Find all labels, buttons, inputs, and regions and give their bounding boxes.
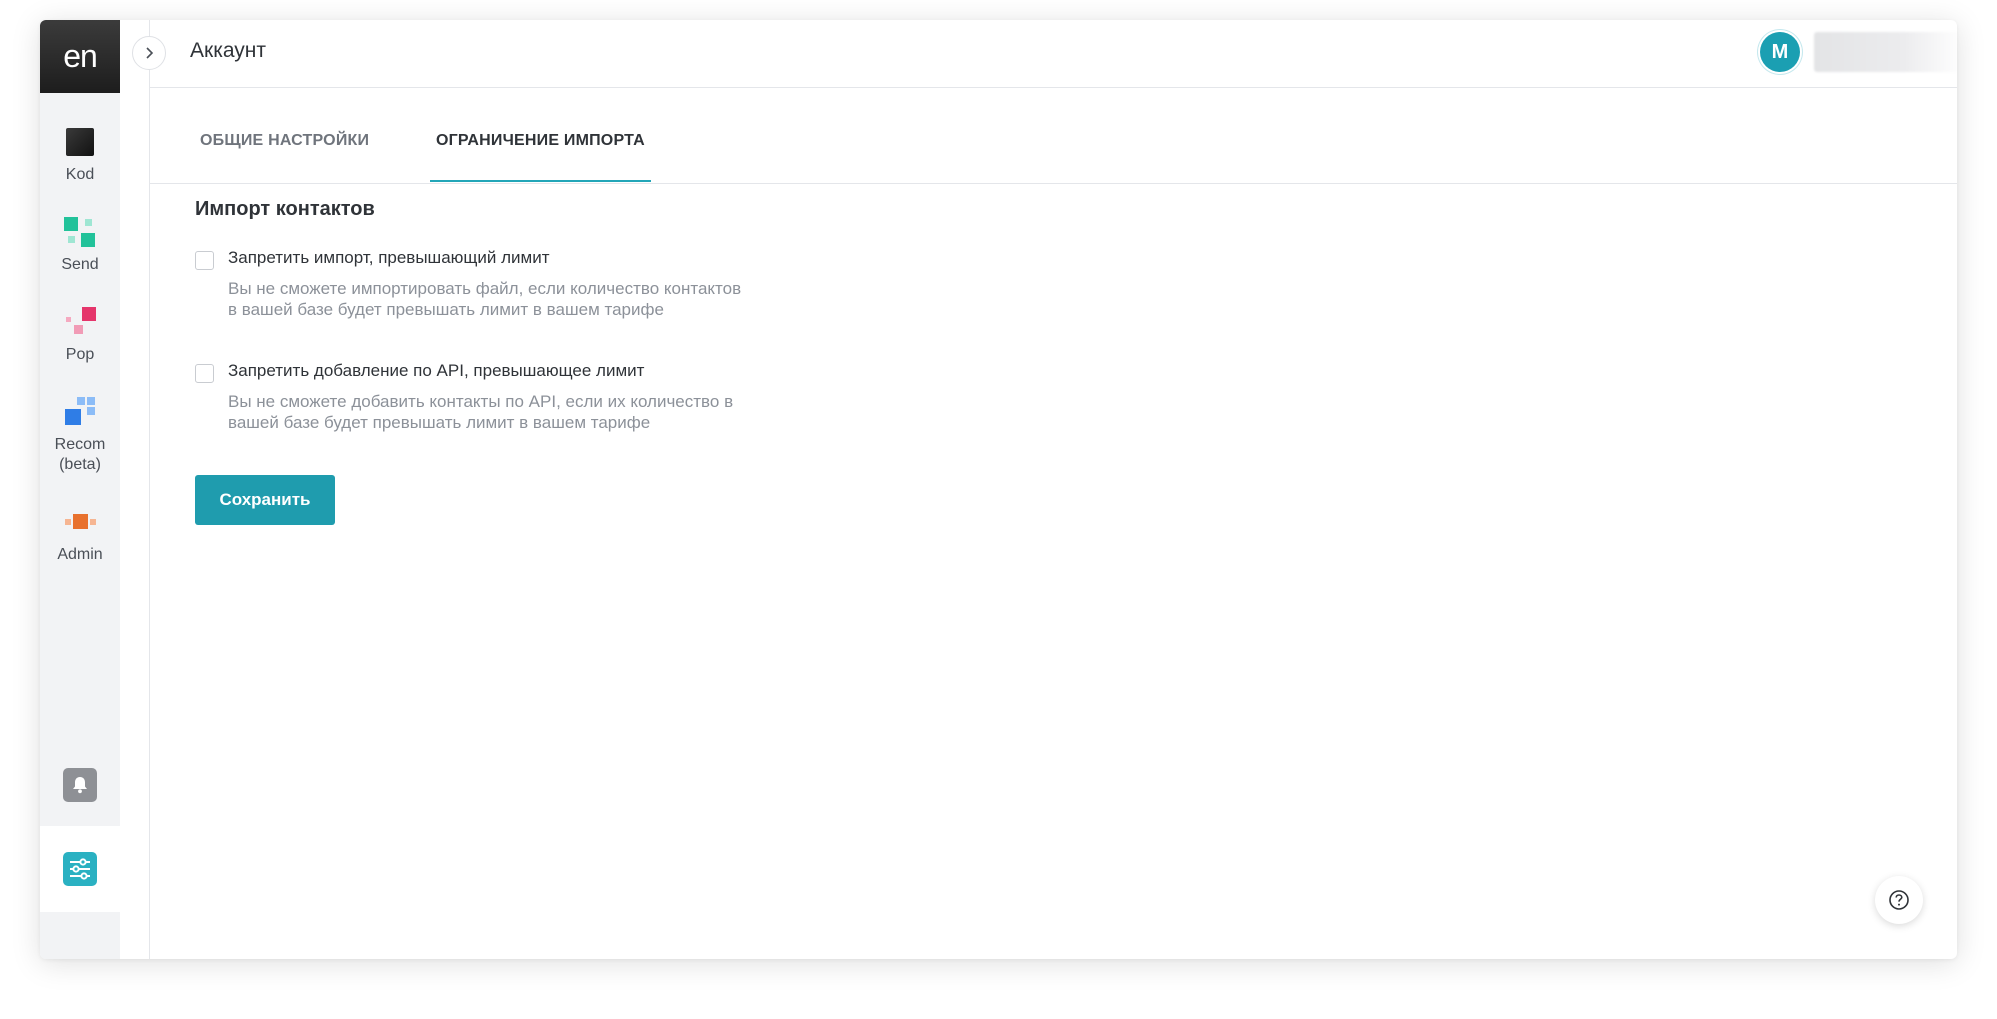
save-button[interactable]: Сохранить — [195, 475, 335, 525]
avatar[interactable]: M — [1760, 32, 1800, 72]
option-description: Вы не сможете импортировать файл, если к… — [228, 278, 788, 320]
sidebar-item-recom[interactable]: Recom (beta) — [40, 395, 120, 475]
sidebar-item-label: Kod — [65, 166, 95, 183]
section-title: Импорт контактов — [195, 198, 375, 220]
app-window: en Kod Send Pop Recom (beta) Admin Аккау… — [40, 20, 1957, 959]
settings-sliders-icon — [63, 852, 97, 886]
option-label: Запретить добавление по API, превышающее… — [228, 361, 645, 380]
user-name-redacted[interactable] — [1814, 32, 1957, 72]
tab-general-settings[interactable]: ОБЩИЕ НАСТРОЙКИ — [200, 132, 369, 182]
sidebar-item-label: Send — [61, 256, 99, 273]
send-icon — [63, 215, 97, 249]
description-line: Вы не сможете добавить контакты по API, … — [228, 392, 734, 411]
description-line: вашей базе будет превышать лимит в вашем… — [228, 413, 651, 432]
help-button[interactable] — [1875, 876, 1923, 924]
logo[interactable]: en — [40, 20, 120, 93]
header: Аккаунт M — [150, 20, 1957, 88]
sidebar-item-label: Recom (beta) — [54, 436, 106, 473]
page-title: Аккаунт — [190, 39, 267, 62]
tab-bar: ОБЩИЕ НАСТРОЙКИ ОГРАНИЧЕНИЕ ИМПОРТА — [150, 88, 1957, 184]
admin-icon — [63, 505, 97, 539]
pop-icon — [63, 305, 97, 339]
sidebar-item-settings[interactable] — [40, 826, 120, 912]
sidebar-item-label: Pop — [65, 346, 95, 363]
help-question-icon — [1889, 890, 1909, 910]
option-description: Вы не сможете добавить контакты по API, … — [228, 391, 788, 433]
sidebar-item-pop[interactable]: Pop — [40, 305, 120, 365]
sidebar-item-admin[interactable]: Admin — [40, 505, 120, 565]
recom-icon — [63, 395, 97, 429]
option-label: Запретить импорт, превышающий лимит — [228, 248, 550, 267]
logo-text: en — [63, 38, 98, 74]
checkbox-api-limit[interactable] — [195, 364, 214, 383]
description-line: в вашей базе будет превышать лимит в ваш… — [228, 300, 664, 319]
sidebar-item-send[interactable]: Send — [40, 215, 120, 275]
sidebar: en Kod Send Pop Recom (beta) Admin — [40, 20, 120, 959]
avatar-initial: M — [1771, 40, 1789, 63]
tab-import-limit[interactable]: ОГРАНИЧЕНИЕ ИМПОРТА — [430, 132, 651, 182]
sidebar-item-label: Admin — [57, 546, 103, 563]
bell-icon[interactable] — [63, 768, 97, 802]
sidebar-item-kod[interactable]: Kod — [40, 125, 120, 185]
description-line: Вы не сможете импортировать файл, если к… — [228, 279, 742, 298]
checkbox-import-limit[interactable] — [195, 251, 214, 270]
kod-icon — [63, 125, 97, 159]
